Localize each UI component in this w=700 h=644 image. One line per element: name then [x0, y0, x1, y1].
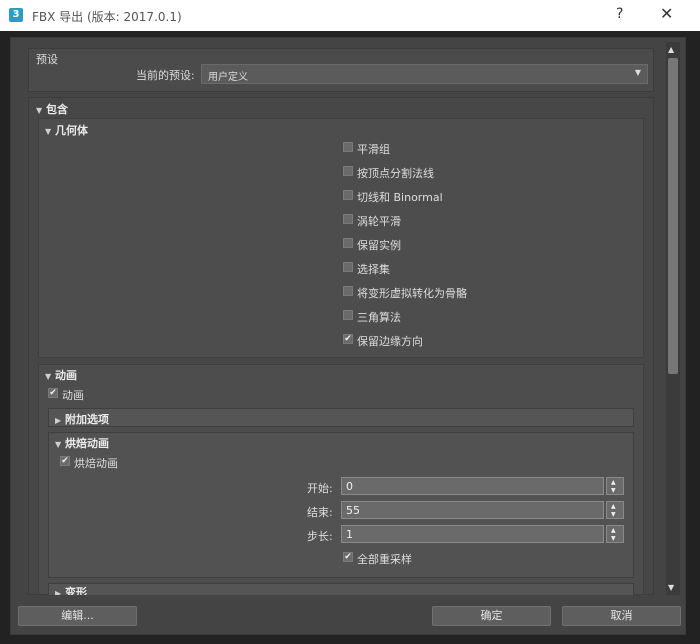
end-field[interactable]: 55: [341, 501, 604, 519]
spin-down-icon[interactable]: ▼: [611, 535, 616, 542]
option-label: 三角算法: [357, 311, 401, 324]
window-title: FBX 导出 (版本: 2017.0.1): [32, 10, 182, 24]
checkbox[interactable]: ✔: [48, 388, 58, 398]
expanded-arrow-icon: ▼: [36, 106, 43, 115]
geometry-header-label: 几何体: [55, 124, 88, 137]
spin-up-icon[interactable]: ▲: [611, 503, 616, 510]
3dsmax-app-icon: 3: [9, 8, 23, 22]
checkbox[interactable]: ✔: [343, 552, 353, 562]
option-label: 按顶点分割法线: [357, 167, 434, 180]
checkbox[interactable]: [343, 310, 353, 320]
checkbox[interactable]: [343, 142, 353, 152]
step-spinner-arrows[interactable]: ▲ ▼: [606, 525, 624, 543]
include-header[interactable]: ▼ 包含: [36, 101, 68, 117]
animation-header[interactable]: ▼ 动画: [45, 367, 77, 383]
step-label: 步长:: [307, 530, 333, 543]
spin-down-icon[interactable]: ▼: [611, 487, 616, 494]
current-preset-value: 用户定义: [208, 72, 248, 83]
expanded-arrow-icon: ▼: [45, 372, 52, 381]
option-label: 保留边缘方向: [357, 335, 423, 348]
spin-down-icon[interactable]: ▼: [611, 511, 616, 518]
geometry-rollout: [38, 118, 644, 358]
deformations-header[interactable]: ▶ 变形: [55, 584, 87, 595]
option-label: 保留实例: [357, 239, 401, 252]
edit-button[interactable]: 编辑...: [18, 606, 137, 626]
option-label: 涡轮平滑: [357, 215, 401, 228]
deformations-label: 变形: [65, 586, 87, 595]
expanded-arrow-icon: ▼: [45, 127, 52, 136]
scroll-up-icon[interactable]: ▲: [668, 45, 674, 54]
step-spinner[interactable]: 1 ▲ ▼: [341, 525, 624, 543]
extra-options-rollout[interactable]: [48, 408, 634, 427]
start-spinner-arrows[interactable]: ▲ ▼: [606, 477, 624, 495]
current-preset-label: 当前的预设:: [136, 69, 195, 82]
bake-animation-header[interactable]: ▼ 烘焙动画: [55, 435, 109, 451]
help-button[interactable]: ?: [616, 6, 623, 22]
current-preset-dropdown[interactable]: 用户定义 ▼: [201, 64, 648, 84]
animation-enable-label: 动画: [62, 389, 84, 402]
scroll-down-icon[interactable]: ▼: [668, 583, 674, 592]
end-spinner-arrows[interactable]: ▲ ▼: [606, 501, 624, 519]
expanded-arrow-icon: ▼: [55, 440, 62, 449]
option-label: 平滑组: [357, 143, 390, 156]
close-button[interactable]: ✕: [660, 4, 673, 23]
include-header-label: 包含: [46, 103, 68, 116]
spin-up-icon[interactable]: ▲: [611, 527, 616, 534]
deformations-rollout[interactable]: [48, 583, 634, 595]
bake-animation-enable-label: 烘焙动画: [74, 457, 118, 470]
option-label: 将变形虚拟转化为骨骼: [357, 287, 467, 300]
end-label: 结束:: [307, 506, 333, 519]
title-bar: 3 FBX 导出 (版本: 2017.0.1) ? ✕: [0, 0, 700, 31]
bake-animation-header-label: 烘焙动画: [65, 437, 109, 450]
presets-group-label: 预设: [36, 53, 58, 66]
geometry-header[interactable]: ▼ 几何体: [45, 122, 88, 138]
checkbox[interactable]: [343, 286, 353, 296]
cancel-button[interactable]: 取消: [562, 606, 681, 626]
extra-options-label: 附加选项: [65, 413, 109, 426]
vertical-scrollbar[interactable]: ▲ ▼: [666, 42, 680, 595]
chevron-down-icon: ▼: [634, 68, 641, 77]
checkbox[interactable]: [343, 238, 353, 248]
checkbox[interactable]: [343, 262, 353, 272]
resample-all-label: 全部重采样: [357, 553, 412, 566]
checkbox[interactable]: [343, 190, 353, 200]
step-field[interactable]: 1: [341, 525, 604, 543]
checkbox[interactable]: [343, 166, 353, 176]
extra-options-header[interactable]: ▶ 附加选项: [55, 411, 109, 427]
checkbox[interactable]: ✔: [60, 456, 70, 466]
scrollbar-thumb[interactable]: [668, 58, 678, 374]
start-label: 开始:: [307, 482, 333, 495]
option-label: 选择集: [357, 263, 390, 276]
ok-button[interactable]: 确定: [432, 606, 551, 626]
checkbox[interactable]: ✔: [343, 334, 353, 344]
option-label: 切线和 Binormal: [357, 191, 443, 204]
end-spinner[interactable]: 55 ▲ ▼: [341, 501, 624, 519]
animation-header-label: 动画: [55, 369, 77, 382]
start-field[interactable]: 0: [341, 477, 604, 495]
start-spinner[interactable]: 0 ▲ ▼: [341, 477, 624, 495]
spin-up-icon[interactable]: ▲: [611, 479, 616, 486]
collapsed-arrow-icon: ▶: [55, 416, 62, 425]
collapsed-arrow-icon: ▶: [55, 589, 62, 595]
checkbox[interactable]: [343, 214, 353, 224]
